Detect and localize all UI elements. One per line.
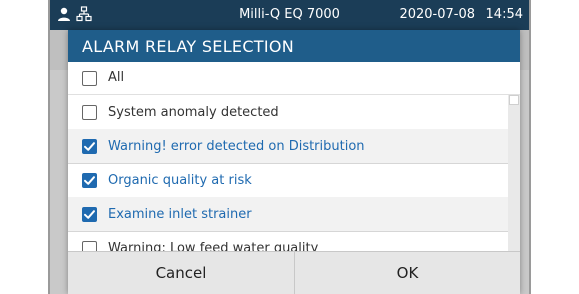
alarm-list: System anomaly detected Warning! error d… bbox=[68, 95, 520, 251]
checkmark-icon bbox=[84, 176, 95, 185]
dialog-footer: Cancel OK bbox=[68, 251, 520, 294]
ok-button[interactable]: OK bbox=[294, 252, 520, 294]
alarm-relay-dialog: ALARM RELAY SELECTION All System anomaly… bbox=[68, 30, 520, 294]
background-panel-left bbox=[50, 70, 68, 294]
device-screen: Milli-Q EQ 7000 2020-07-08 14:54 ALARM R… bbox=[50, 0, 529, 294]
dialog-title: ALARM RELAY SELECTION bbox=[82, 37, 295, 56]
background-panel-right bbox=[520, 70, 529, 294]
select-all-checkbox[interactable] bbox=[82, 71, 97, 86]
item-label: Examine inlet strainer bbox=[108, 207, 252, 222]
item-checkbox-checked[interactable] bbox=[82, 173, 97, 188]
cancel-button[interactable]: Cancel bbox=[68, 252, 294, 294]
checkmark-icon bbox=[84, 142, 95, 151]
list-scrollbar[interactable] bbox=[508, 95, 520, 251]
item-label: Warning! error detected on Distribution bbox=[108, 139, 365, 154]
scrollbar-thumb[interactable] bbox=[509, 95, 519, 105]
select-all-label: All bbox=[108, 70, 125, 85]
item-checkbox-checked[interactable] bbox=[82, 207, 97, 222]
list-item[interactable]: Warning: Low feed water quality bbox=[68, 231, 508, 251]
item-checkbox[interactable] bbox=[82, 105, 97, 120]
item-checkbox[interactable] bbox=[82, 241, 97, 251]
list-item[interactable]: Examine inlet strainer bbox=[68, 197, 508, 232]
frame-right-line bbox=[529, 0, 531, 294]
checkmark-icon bbox=[84, 210, 95, 219]
item-checkbox-checked[interactable] bbox=[82, 139, 97, 154]
item-label: System anomaly detected bbox=[108, 105, 279, 120]
dialog-header: ALARM RELAY SELECTION bbox=[68, 30, 520, 62]
item-label: Organic quality at risk bbox=[108, 173, 252, 188]
item-label: Warning: Low feed water quality bbox=[108, 241, 319, 251]
list-item[interactable]: Warning! error detected on Distribution bbox=[68, 129, 508, 164]
status-time: 14:54 bbox=[485, 7, 523, 22]
list-item[interactable]: System anomaly detected bbox=[68, 95, 508, 130]
list-item[interactable]: Organic quality at risk bbox=[68, 163, 508, 198]
select-all-row[interactable]: All bbox=[68, 62, 520, 95]
status-bar: Milli-Q EQ 7000 2020-07-08 14:54 bbox=[50, 0, 529, 30]
status-date: 2020-07-08 bbox=[399, 7, 475, 22]
